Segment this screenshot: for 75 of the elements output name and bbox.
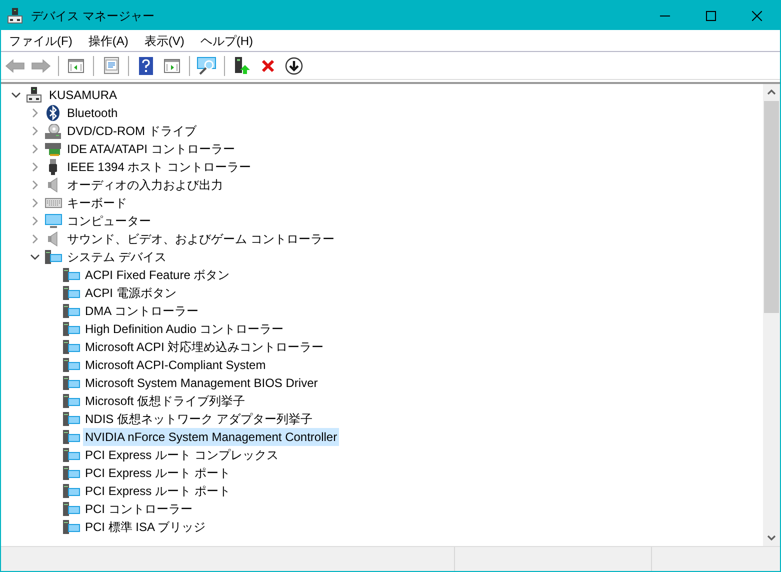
bluetooth-icon [46, 105, 60, 121]
menu-item[interactable]: ファイル(F) [1, 30, 80, 50]
computer-device-icon [63, 376, 80, 390]
tree-item[interactable]: NDIS 仮想ネットワーク アダプター列挙子 [83, 410, 314, 428]
computer-device-icon [63, 430, 80, 444]
tree-item[interactable]: PCI Express ルート ポート [83, 464, 232, 482]
tree-item[interactable]: PCI Express ルート コンプレックス [83, 446, 280, 464]
computer-device-icon [63, 340, 80, 354]
menu-item[interactable]: ヘルプ(H) [192, 30, 261, 50]
computer-device-icon [44, 250, 62, 264]
speaker-icon [47, 177, 59, 193]
tree-item[interactable]: Microsoft ACPI-Compliant System [83, 356, 268, 374]
computer-device-icon [63, 268, 80, 282]
computer-device-icon [63, 520, 80, 534]
vertical-scrollbar[interactable] [763, 84, 780, 546]
tree-item[interactable]: DMA コントローラー [83, 302, 200, 320]
computer-device-icon [63, 412, 80, 426]
computer-device-icon [63, 466, 80, 480]
computer-device-icon [63, 286, 80, 300]
maximize-icon [706, 10, 716, 20]
delete-x-icon[interactable] [261, 58, 275, 72]
chevron-right-icon[interactable] [30, 162, 40, 172]
computer-device-icon [63, 394, 80, 408]
close-icon [752, 10, 762, 20]
chevron-right-icon[interactable] [30, 180, 40, 190]
computer-network-icon [7, 8, 23, 24]
properties-icon[interactable] [104, 57, 118, 74]
chevron-right-icon[interactable] [30, 234, 40, 244]
tree-item[interactable]: Bluetooth [65, 104, 120, 122]
tree-item[interactable]: コンピューター [65, 212, 153, 230]
scrollbar-thumb[interactable] [764, 101, 779, 313]
tree-item[interactable]: NVIDIA nForce System Management Controller [83, 428, 340, 446]
tree-item[interactable]: IDE ATA/ATAPI コントローラー [65, 140, 237, 158]
computer-device-icon [63, 448, 80, 462]
chevron-right-icon[interactable] [30, 144, 40, 154]
speaker-icon [47, 231, 59, 247]
tree-item[interactable]: システム デバイス [65, 248, 168, 266]
tree-item[interactable]: サウンド、ビデオ、およびゲーム コントローラー [65, 230, 336, 248]
tree-item[interactable]: PCI 標準 ISA ブリッジ [83, 518, 208, 536]
disc-drive-icon [45, 124, 61, 138]
computer-device-icon [63, 322, 80, 336]
chevron-right-icon[interactable] [30, 126, 40, 136]
chevron-right-icon[interactable] [30, 216, 40, 226]
menu-item[interactable]: 表示(V) [136, 30, 192, 50]
computer-device-icon [63, 304, 80, 318]
tree-item[interactable]: IEEE 1394 ホスト コントローラー [65, 158, 254, 176]
computer-device-icon [63, 502, 80, 516]
monitor-icon [44, 214, 62, 228]
chevron-right-icon[interactable] [30, 108, 40, 118]
tree-item[interactable]: KUSAMURA [47, 86, 120, 104]
chevron-down-icon[interactable] [30, 252, 40, 262]
keyboard-icon [44, 198, 62, 208]
computer-device-icon [63, 484, 80, 498]
tree-item[interactable]: ACPI 電源ボタン [83, 284, 178, 302]
computer-device-icon [63, 358, 80, 372]
chevron-down-icon[interactable] [11, 90, 21, 100]
tree-item[interactable]: DVD/CD-ROM ドライブ [65, 122, 198, 140]
window-title: デバイス マネージャー [31, 8, 154, 24]
tree-item[interactable]: PCI コントローラー [83, 500, 194, 518]
plug-icon [48, 159, 58, 175]
console-tree-icon[interactable] [68, 58, 84, 72]
tree-item[interactable]: キーボード [65, 194, 129, 212]
tree-item[interactable]: High Definition Audio コントローラー [83, 320, 286, 338]
menu-item[interactable]: 操作(A) [80, 30, 136, 50]
controller-card-icon [45, 142, 61, 156]
action-pane-icon[interactable] [164, 58, 180, 72]
tree-item[interactable]: PCI Express ルート ポート [83, 482, 232, 500]
tree-item[interactable]: Microsoft System Management BIOS Driver [83, 374, 320, 392]
computer-network-icon [26, 87, 42, 103]
chevron-right-icon[interactable] [30, 198, 40, 208]
tree-item[interactable]: ACPI Fixed Feature ボタン [83, 266, 232, 284]
help-icon[interactable] [139, 56, 153, 74]
tree-item[interactable]: Microsoft 仮想ドライブ列挙子 [83, 392, 248, 410]
tree-item[interactable]: Microsoft ACPI 対応埋め込みコントローラー [83, 338, 326, 356]
tree-item[interactable]: オーディオの入力および出力 [65, 176, 225, 194]
